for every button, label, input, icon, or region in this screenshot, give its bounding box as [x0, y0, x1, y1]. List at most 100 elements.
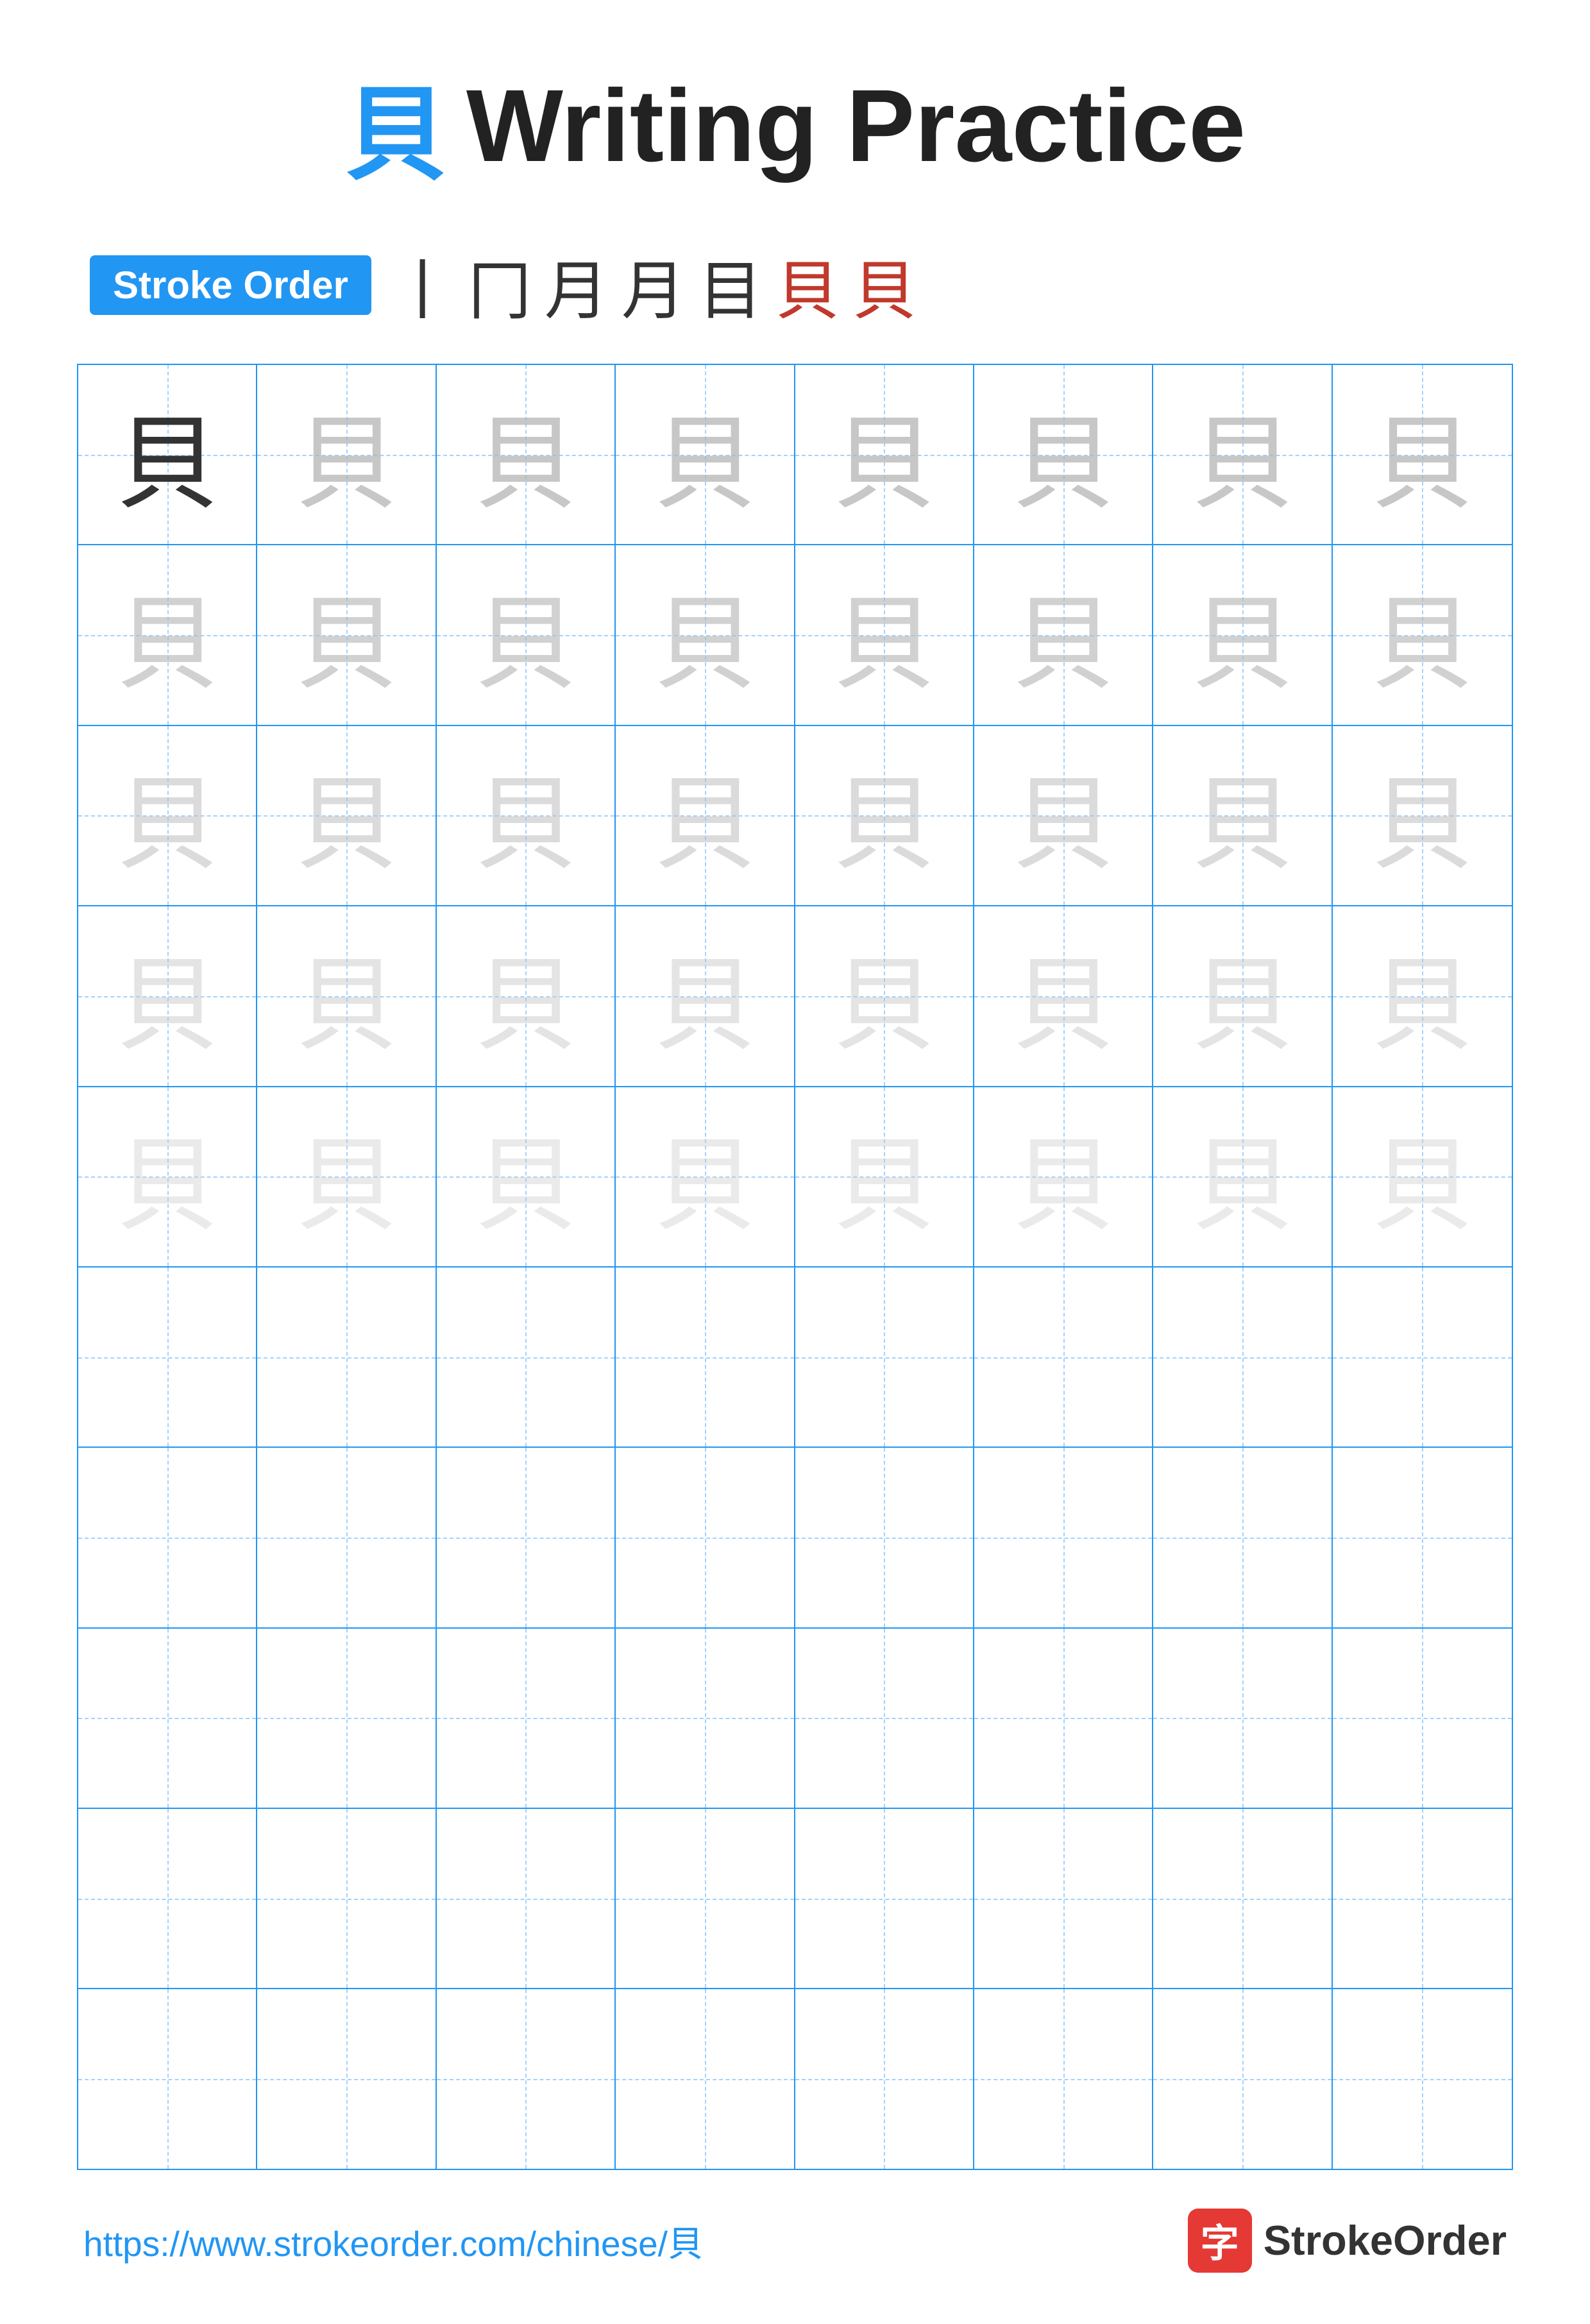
grid-cell[interactable] — [616, 1629, 795, 1808]
grid-cell[interactable] — [437, 1629, 616, 1808]
grid-cell[interactable]: 貝 — [437, 365, 616, 544]
grid-cell[interactable]: 貝 — [257, 1087, 436, 1266]
stroke-order-badge: Stroke Order — [90, 255, 371, 315]
grid-cell[interactable]: 貝 — [616, 906, 795, 1085]
grid-cell[interactable] — [974, 1268, 1153, 1446]
grid-cell[interactable]: 貝 — [795, 726, 974, 905]
stroke-sequence: 丨 冂 月 月 目 貝 貝 — [391, 239, 917, 332]
grid-cell[interactable] — [1333, 1448, 1512, 1627]
grid-cell[interactable]: 貝 — [78, 1087, 257, 1266]
grid-cell[interactable] — [1333, 1809, 1512, 1988]
grid-cell[interactable]: 貝 — [1153, 545, 1332, 724]
title-english-text: Writing Practice — [466, 67, 1246, 185]
practice-char: 貝 — [1153, 726, 1331, 905]
grid-cell[interactable]: 貝 — [1153, 906, 1332, 1085]
grid-row — [78, 1268, 1512, 1448]
practice-char: 貝 — [795, 1087, 973, 1266]
grid-cell[interactable]: 貝 — [616, 726, 795, 905]
grid-cell[interactable] — [616, 1268, 795, 1446]
grid-cell[interactable]: 貝 — [974, 545, 1153, 724]
grid-cell[interactable]: 貝 — [1333, 726, 1512, 905]
grid-cell[interactable]: 貝 — [1333, 365, 1512, 544]
grid-cell[interactable] — [437, 1448, 616, 1627]
grid-cell[interactable] — [616, 1809, 795, 1988]
grid-cell[interactable]: 貝 — [257, 365, 436, 544]
grid-cell[interactable]: 貝 — [616, 1087, 795, 1266]
grid-cell[interactable]: 貝 — [78, 545, 257, 724]
practice-char: 貝 — [974, 545, 1152, 724]
grid-cell[interactable] — [974, 1629, 1153, 1808]
grid-cell[interactable] — [1333, 1629, 1512, 1808]
grid-cell[interactable]: 貝 — [616, 545, 795, 724]
grid-cell[interactable] — [795, 1448, 974, 1627]
grid-cell[interactable] — [616, 1989, 795, 2168]
practice-char: 貝 — [78, 545, 256, 724]
grid-cell[interactable] — [1153, 1809, 1332, 1988]
grid-cell[interactable]: 貝 — [1333, 906, 1512, 1085]
grid-cell[interactable] — [795, 1629, 974, 1808]
practice-char: 貝 — [78, 906, 256, 1085]
grid-cell[interactable] — [795, 1809, 974, 1988]
grid-cell[interactable]: 貝 — [257, 726, 436, 905]
grid-cell[interactable]: 貝 — [616, 365, 795, 544]
practice-char: 貝 — [795, 726, 973, 905]
grid-cell[interactable]: 貝 — [1333, 1087, 1512, 1266]
grid-cell[interactable] — [1153, 1989, 1332, 2168]
grid-cell[interactable]: 貝 — [78, 906, 257, 1085]
grid-cell[interactable] — [78, 1268, 257, 1446]
grid-cell[interactable] — [437, 1268, 616, 1446]
grid-cell[interactable] — [257, 1989, 436, 2168]
grid-cell[interactable]: 貝 — [437, 906, 616, 1085]
grid-cell[interactable]: 貝 — [257, 545, 436, 724]
grid-cell[interactable] — [1333, 1989, 1512, 2168]
grid-cell[interactable] — [257, 1448, 436, 1627]
grid-cell[interactable] — [616, 1448, 795, 1627]
grid-cell[interactable] — [795, 1268, 974, 1446]
grid-cell[interactable]: 貝 — [437, 545, 616, 724]
grid-row — [78, 1989, 1512, 2168]
grid-cell[interactable]: 貝 — [974, 1087, 1153, 1266]
grid-cell[interactable]: 貝 — [1333, 545, 1512, 724]
brand-name: StrokeOrder — [1264, 2216, 1507, 2264]
grid-cell[interactable] — [257, 1809, 436, 1988]
grid-cell[interactable] — [78, 1989, 257, 2168]
grid-cell[interactable] — [78, 1809, 257, 1988]
grid-cell[interactable]: 貝 — [437, 726, 616, 905]
grid-cell[interactable]: 貝 — [437, 1087, 616, 1266]
grid-cell[interactable] — [437, 1989, 616, 2168]
grid-cell[interactable]: 貝 — [974, 365, 1153, 544]
grid-cell[interactable]: 貝 — [974, 906, 1153, 1085]
grid-cell[interactable] — [974, 1989, 1153, 2168]
grid-cell[interactable] — [1153, 1448, 1332, 1627]
grid-cell[interactable]: 貝 — [1153, 365, 1332, 544]
grid-cell[interactable] — [78, 1629, 257, 1808]
grid-cell[interactable]: 貝 — [1153, 726, 1332, 905]
stroke-step-4: 月 — [622, 239, 686, 332]
grid-cell[interactable]: 貝 — [795, 545, 974, 724]
grid-cell[interactable]: 貝 — [795, 906, 974, 1085]
grid-cell[interactable] — [257, 1629, 436, 1808]
grid-cell[interactable] — [974, 1809, 1153, 1988]
practice-char: 貝 — [974, 365, 1152, 544]
grid-cell[interactable]: 貝 — [257, 906, 436, 1085]
grid-cell[interactable]: 貝 — [795, 1087, 974, 1266]
grid-row — [78, 1448, 1512, 1628]
grid-cell[interactable] — [78, 1448, 257, 1627]
practice-char: 貝 — [78, 365, 256, 544]
grid-cell[interactable]: 貝 — [795, 365, 974, 544]
grid-cell[interactable]: 貝 — [78, 726, 257, 905]
grid-cell[interactable]: 貝 — [1153, 1087, 1332, 1266]
grid-cell[interactable] — [437, 1809, 616, 1988]
footer-url[interactable]: https://www.strokeorder.com/chinese/貝 — [83, 2215, 703, 2266]
title-section: 貝 Writing Practice — [77, 51, 1513, 200]
grid-cell[interactable] — [974, 1448, 1153, 1627]
practice-char: 貝 — [257, 1087, 435, 1266]
grid-cell[interactable] — [1153, 1629, 1332, 1808]
grid-cell[interactable]: 貝 — [78, 365, 257, 544]
grid-cell[interactable] — [1333, 1268, 1512, 1446]
grid-cell[interactable] — [795, 1989, 974, 2168]
practice-char: 貝 — [1153, 1087, 1331, 1266]
grid-cell[interactable]: 貝 — [974, 726, 1153, 905]
grid-cell[interactable] — [1153, 1268, 1332, 1446]
grid-cell[interactable] — [257, 1268, 436, 1446]
